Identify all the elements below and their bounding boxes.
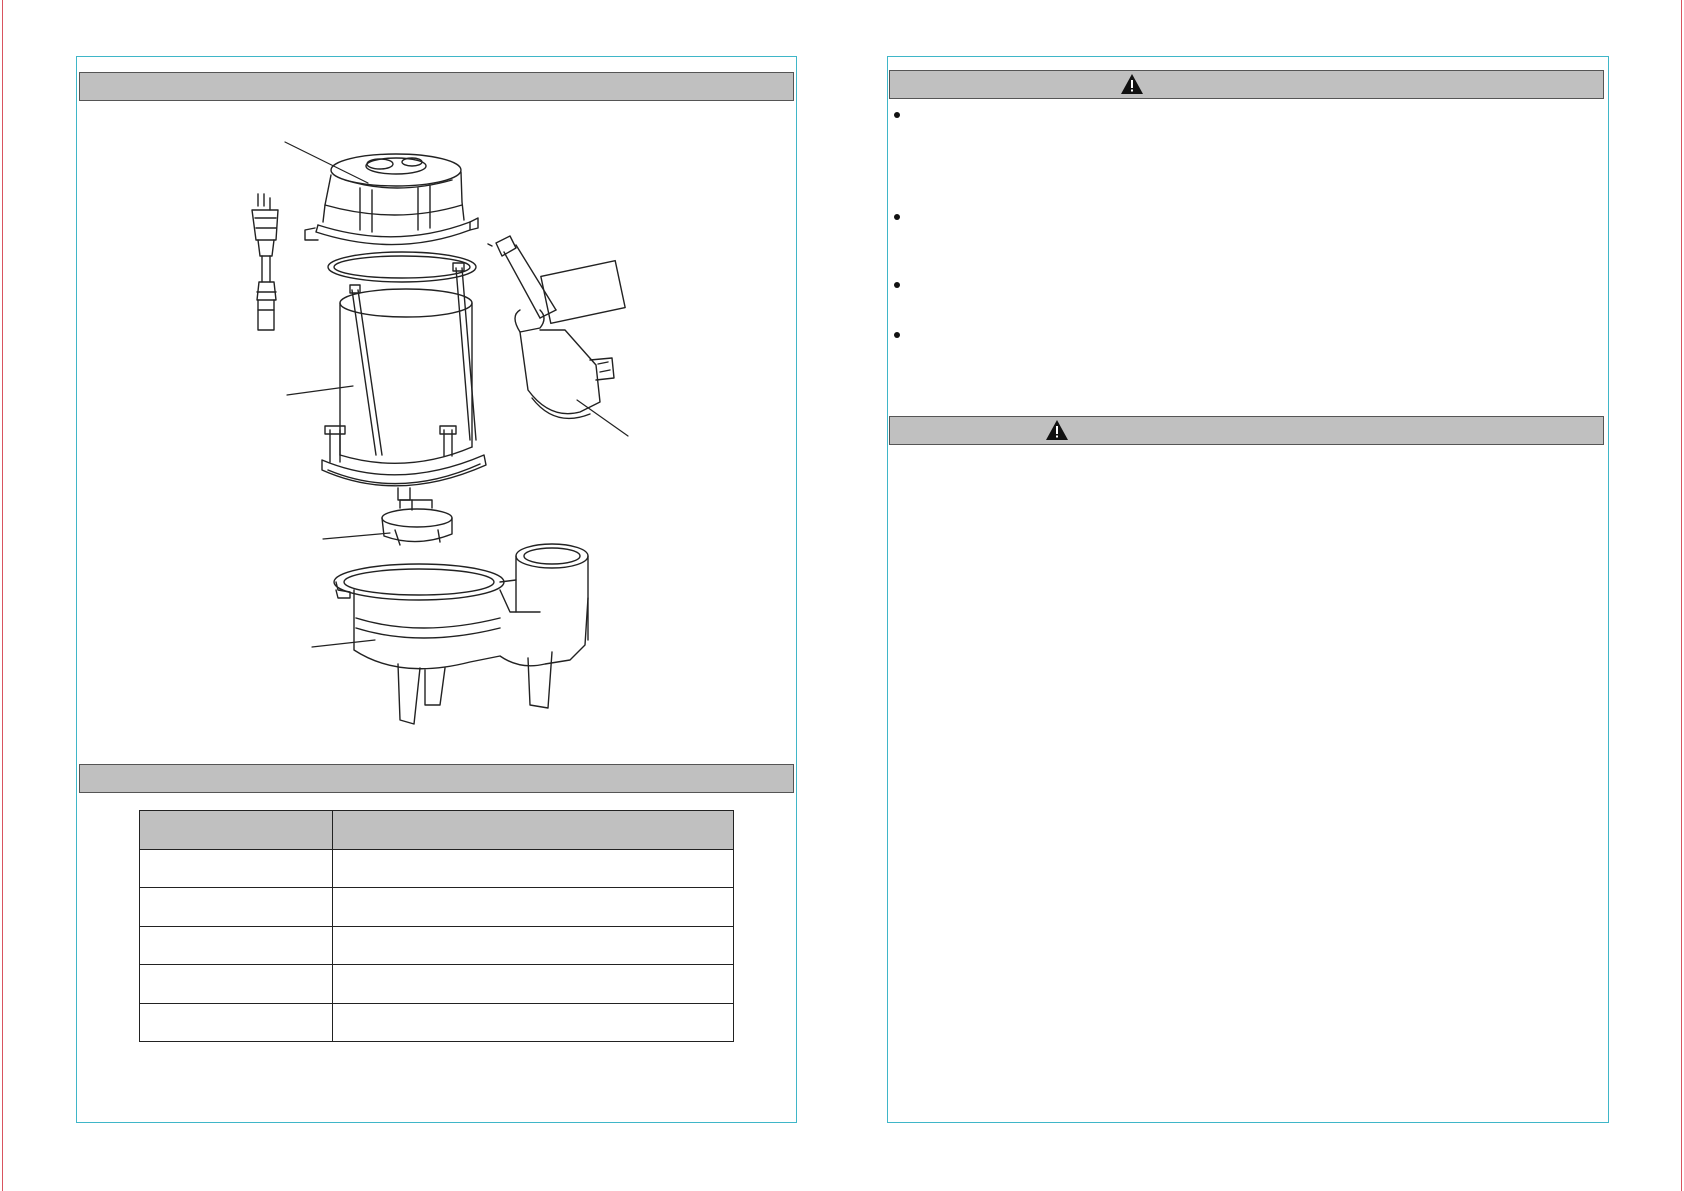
gasket-ring-part [327, 251, 477, 283]
table-cell [139, 925, 333, 966]
warning-header-bar-1 [889, 70, 1604, 99]
table-cell [332, 887, 734, 927]
bullet-marker [894, 332, 900, 338]
volute-base-part [333, 543, 589, 725]
table-header-cell [332, 810, 734, 850]
table-row [139, 964, 734, 1004]
bullet-marker [894, 282, 900, 288]
table-header-row [139, 810, 734, 850]
impeller-part [381, 499, 453, 546]
table-row [139, 848, 734, 889]
table-row [139, 925, 734, 966]
float-switch-part [487, 235, 626, 420]
bullet-marker [894, 112, 900, 118]
power-cord-plug-part [251, 193, 279, 331]
table-cell [332, 1002, 734, 1043]
warning-triangle-icon [1121, 74, 1143, 94]
table-cell [332, 848, 734, 889]
bullet-marker [894, 214, 900, 220]
warning-header-bar-2 [889, 416, 1604, 445]
table-cell [139, 964, 333, 1004]
warning-triangle-icon [1046, 420, 1068, 440]
specifications-table [139, 810, 734, 1043]
table-row [139, 1002, 734, 1043]
table-cell [332, 925, 734, 966]
motor-housing-part [321, 262, 487, 501]
table-cell [139, 887, 333, 927]
table-cell [332, 964, 734, 1004]
table-header-cell [139, 810, 333, 850]
motor-cover-part [304, 153, 479, 246]
specifications-header-bar [79, 764, 794, 793]
table-row [139, 887, 734, 927]
right-page-panel [887, 56, 1609, 1123]
table-cell [139, 848, 333, 889]
table-cell [139, 1002, 333, 1043]
